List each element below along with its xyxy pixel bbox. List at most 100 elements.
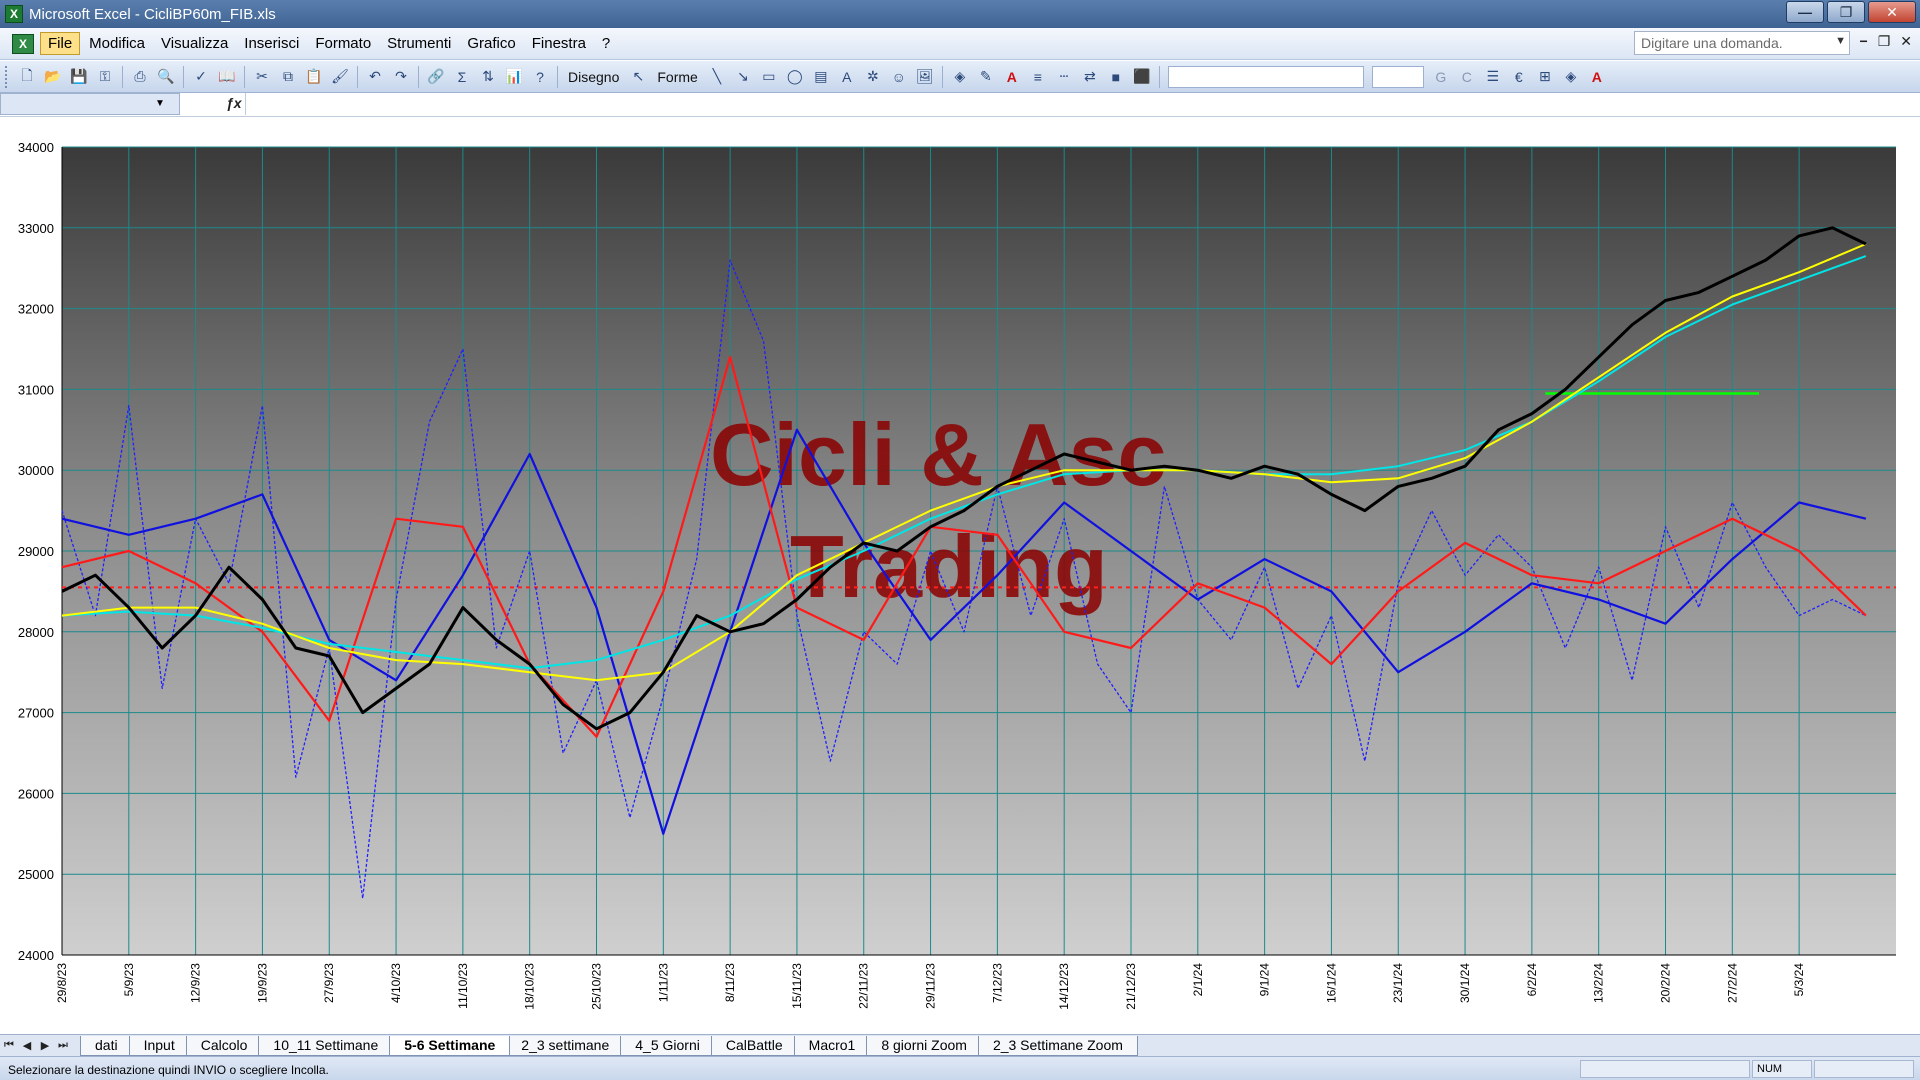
tab-2-3-settimane-zoom[interactable]: 2_3 Settimane Zoom [977, 1035, 1138, 1056]
tab-input[interactable]: Input [128, 1035, 190, 1056]
research-icon[interactable]: 📖 [216, 66, 238, 88]
workbook-close-button[interactable]: ✕ [1900, 33, 1912, 50]
shapes-menu[interactable]: Forme [657, 69, 697, 85]
save-icon[interactable]: 💾 [68, 66, 90, 88]
arrow-style-icon[interactable]: ⇄ [1079, 66, 1101, 88]
tab-dati[interactable]: dati [80, 1035, 133, 1056]
x-tick-label: 14/12/23 [1057, 963, 1071, 1010]
menu-window[interactable]: Finestra [525, 33, 593, 54]
sort-ascending-icon[interactable]: ⇅ [477, 66, 499, 88]
close-button[interactable]: ✕ [1868, 1, 1916, 23]
x-tick-label: 16/1/24 [1324, 963, 1338, 1003]
rectangle-icon[interactable]: ▭ [758, 66, 780, 88]
line-icon[interactable]: ╲ [706, 66, 728, 88]
maximize-button[interactable]: ❐ [1827, 1, 1865, 23]
line-style-icon[interactable]: ≡ [1027, 66, 1049, 88]
tab-2-3-settimane[interactable]: 2_3 settimane [506, 1035, 625, 1056]
textbox-icon[interactable]: ▤ [810, 66, 832, 88]
borders-icon[interactable]: ⊞ [1534, 66, 1556, 88]
watermark-line-1: Cicli & Asc [710, 405, 1166, 504]
line-color-icon[interactable]: ✎ [975, 66, 997, 88]
first-sheet-icon[interactable]: ⏮ [0, 1039, 18, 1052]
tab-10-11-settimane[interactable]: 10_11 Settimane [258, 1035, 394, 1056]
font-name-select[interactable] [1167, 65, 1364, 88]
tab-5-6-settimane[interactable]: 5-6 Settimane [389, 1035, 511, 1056]
prev-sheet-icon[interactable]: ◀ [18, 1039, 36, 1052]
formula-input[interactable] [245, 93, 1920, 115]
align-icon[interactable]: ☰ [1482, 66, 1504, 88]
next-sheet-icon[interactable]: ▶ [36, 1039, 54, 1052]
chevron-down-icon[interactable]: ▼ [1835, 35, 1846, 47]
menu-edit[interactable]: Modifica [82, 33, 152, 54]
menu-chart[interactable]: Grafico [460, 33, 522, 54]
diagram-icon[interactable]: ✲ [862, 66, 884, 88]
autosum-icon[interactable]: Σ [451, 66, 473, 88]
clipart-icon[interactable]: ☺ [888, 66, 910, 88]
help-icon[interactable]: ? [529, 66, 551, 88]
oval-icon[interactable]: ◯ [784, 66, 806, 88]
undo-icon[interactable]: ↶ [364, 66, 386, 88]
hyperlink-icon[interactable]: 🔗 [425, 66, 447, 88]
toolbar-grip[interactable] [5, 65, 9, 88]
select-objects-icon[interactable]: ↖ [627, 66, 649, 88]
print-preview-icon[interactable]: 🔍 [155, 66, 177, 88]
sheet-tabs-bar: ⏮ ◀ ▶ ⏭ dati Input Calcolo 10_11 Settima… [0, 1034, 1920, 1056]
picture-icon[interactable]: 🖼 [914, 66, 936, 88]
window-title: Microsoft Excel - CicliBP60m_FIB.xls [29, 5, 276, 23]
menu-file[interactable]: File [40, 32, 81, 55]
font-size-select[interactable] [1371, 65, 1424, 88]
tab-macro1[interactable]: Macro1 [793, 1035, 871, 1056]
copy-icon[interactable]: ⧉ [277, 66, 299, 88]
tab-calcolo[interactable]: Calcolo [185, 1035, 263, 1056]
chart-sheet[interactable]: 24000 25000 26000 27000 28000 29000 30000 31000… [0, 117, 1920, 1034]
menu-view[interactable]: Visualizza [154, 33, 235, 54]
paste-icon[interactable]: 📋 [303, 66, 325, 88]
open-icon[interactable]: 📂 [42, 66, 64, 88]
permission-icon[interactable]: ⚿ [94, 66, 116, 88]
fx-icon[interactable]: ƒx [226, 95, 242, 111]
font-color-icon[interactable]: A [1001, 66, 1023, 88]
redo-icon[interactable]: ↷ [390, 66, 412, 88]
spelling-icon[interactable]: ✓ [190, 66, 212, 88]
menu-format[interactable]: Formato [308, 33, 378, 54]
print-icon[interactable]: ⎙ [129, 66, 151, 88]
cut-icon[interactable]: ✂ [251, 66, 273, 88]
workbook-restore-button[interactable]: ❐ [1878, 33, 1891, 50]
window-controls: — ❐ ✕ [1786, 1, 1916, 23]
drawing-menu[interactable]: Disegno [568, 69, 619, 85]
dash-style-icon[interactable]: ┄ [1053, 66, 1075, 88]
fill-color-icon[interactable]: ◈ [949, 66, 971, 88]
minimize-button[interactable]: — [1786, 1, 1824, 23]
x-tick-label: 5/9/23 [122, 963, 136, 997]
workbook-minimize-button[interactable]: − [1860, 33, 1868, 50]
x-tick-label: 27/2/24 [1725, 963, 1739, 1003]
status-num: NUM [1752, 1060, 1812, 1078]
status-panel [1814, 1060, 1914, 1078]
tab-8-giorni-zoom[interactable]: 8 giorni Zoom [866, 1035, 982, 1056]
shadow-icon[interactable]: ■ [1105, 66, 1127, 88]
menu-tools[interactable]: Strumenti [380, 33, 458, 54]
format-painter-icon[interactable]: 🖌 [329, 66, 351, 88]
new-icon[interactable]: 🗋 [16, 66, 38, 88]
arrow-icon[interactable]: ↘ [732, 66, 754, 88]
3d-icon[interactable]: ⬛ [1131, 66, 1153, 88]
tab-calbattle[interactable]: CalBattle [710, 1035, 798, 1056]
name-box[interactable] [0, 93, 180, 115]
chart-wizard-icon[interactable]: 📊 [503, 66, 525, 88]
chart[interactable]: 24000 25000 26000 27000 28000 29000 30000 31000… [0, 117, 1920, 1034]
help-search-input[interactable]: Digitare una domanda. [1634, 31, 1850, 55]
tab-4-5-giorni[interactable]: 4_5 Giorni [620, 1035, 715, 1056]
workbook-icon[interactable]: X [12, 33, 34, 54]
chevron-down-icon[interactable]: ▼ [155, 98, 165, 109]
excel-app-icon[interactable]: X [5, 5, 23, 23]
menu-help[interactable]: ? [595, 33, 617, 54]
wordart-icon[interactable]: A [836, 66, 858, 88]
euro-icon[interactable]: € [1508, 66, 1530, 88]
font-color-2-icon[interactable]: A [1586, 66, 1608, 88]
menu-insert[interactable]: Inserisci [237, 33, 306, 54]
fill-color-2-icon[interactable]: ◈ [1560, 66, 1582, 88]
bold-icon[interactable]: G [1430, 66, 1452, 88]
italic-icon[interactable]: C [1456, 66, 1478, 88]
x-tick-label: 21/12/23 [1124, 963, 1138, 1010]
last-sheet-icon[interactable]: ⏭ [54, 1039, 72, 1052]
